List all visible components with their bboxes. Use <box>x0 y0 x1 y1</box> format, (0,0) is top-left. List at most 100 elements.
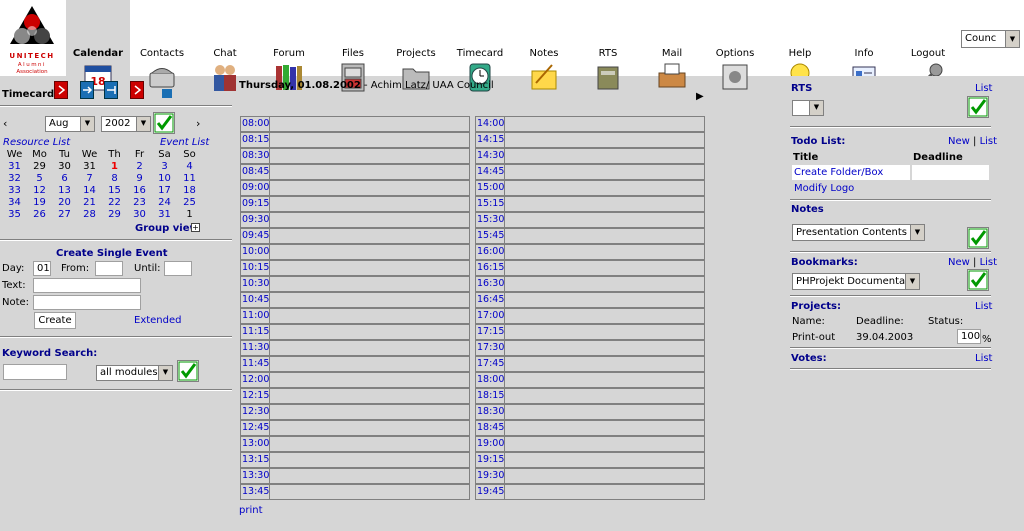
time-label[interactable]: 17:00 <box>476 309 505 323</box>
time-slot[interactable]: 08:30 <box>240 148 470 164</box>
expand-plus-icon[interactable]: + <box>191 223 200 232</box>
calendar-day[interactable]: 8 <box>102 172 127 184</box>
nav-options[interactable]: Options <box>703 0 767 90</box>
next-day-icon[interactable]: ▶ <box>696 91 704 102</box>
extended-link[interactable]: Extended <box>134 315 182 326</box>
calendar-day[interactable]: 4 <box>177 160 202 172</box>
nav-rts[interactable]: RTS <box>576 0 640 90</box>
time-slot[interactable]: 15:00 <box>475 180 705 196</box>
calendar-day[interactable]: 10 <box>152 172 177 184</box>
time-slot[interactable]: 16:15 <box>475 260 705 276</box>
time-slot[interactable]: 14:30 <box>475 148 705 164</box>
time-label[interactable]: 09:15 <box>241 197 270 211</box>
time-label[interactable]: 11:30 <box>241 341 270 355</box>
proj-name[interactable]: Print-out <box>792 332 835 343</box>
time-slot[interactable]: 09:15 <box>240 196 470 212</box>
time-label[interactable]: 15:00 <box>476 181 505 195</box>
nav-notes[interactable]: Notes <box>512 0 576 90</box>
week-number[interactable]: 34 <box>2 196 27 208</box>
nav-logout[interactable]: Logout <box>896 0 960 91</box>
time-slot[interactable]: 16:00 <box>475 244 705 260</box>
time-slot[interactable]: 11:15 <box>240 324 470 340</box>
modules-select[interactable]: all modules ▼ <box>96 365 173 381</box>
timecard-logout-icon[interactable] <box>104 81 118 99</box>
week-number[interactable]: 35 <box>2 208 27 220</box>
time-slot[interactable]: 14:45 <box>475 164 705 180</box>
time-label[interactable]: 14:00 <box>476 117 505 131</box>
calendar-day[interactable]: 2 <box>127 160 152 172</box>
calendar-day[interactable]: 24 <box>152 196 177 208</box>
time-slot[interactable]: 09:00 <box>240 180 470 196</box>
calendar-day[interactable]: 1 <box>102 160 127 172</box>
calendar-day[interactable]: 29 <box>102 208 127 220</box>
calendar-day[interactable]: 18 <box>177 184 202 196</box>
timecard-start-icon[interactable] <box>54 81 68 99</box>
time-slot[interactable]: 16:45 <box>475 292 705 308</box>
time-slot[interactable]: 12:30 <box>240 404 470 420</box>
time-slot[interactable]: 13:00 <box>240 436 470 452</box>
time-label[interactable]: 09:45 <box>241 229 270 243</box>
time-slot[interactable]: 18:15 <box>475 388 705 404</box>
nav-timecard[interactable]: Timecard <box>448 0 512 92</box>
nav-mail[interactable]: Mail <box>640 0 704 88</box>
time-label[interactable]: 13:00 <box>241 437 270 451</box>
time-label[interactable]: 13:45 <box>241 485 270 499</box>
rts-check-icon[interactable] <box>967 96 989 118</box>
todo-item-2[interactable]: Modify Logo <box>794 183 854 194</box>
time-slot[interactable]: 08:45 <box>240 164 470 180</box>
time-slot[interactable]: 19:00 <box>475 436 705 452</box>
time-slot[interactable]: 10:45 <box>240 292 470 308</box>
time-label[interactable]: 19:00 <box>476 437 505 451</box>
time-label[interactable]: 11:45 <box>241 357 270 371</box>
time-slot[interactable]: 15:30 <box>475 212 705 228</box>
time-slot[interactable]: 13:30 <box>240 468 470 484</box>
time-label[interactable]: 08:15 <box>241 133 270 147</box>
timecard-login-icon[interactable] <box>80 81 94 99</box>
print-link[interactable]: print <box>239 505 263 516</box>
timecard-stop-icon[interactable] <box>130 81 144 99</box>
nav-calendar[interactable]: 18 Calendar <box>66 0 130 91</box>
time-slot[interactable]: 15:15 <box>475 196 705 212</box>
nav-files[interactable]: Files <box>321 0 385 92</box>
calendar-day[interactable]: 27 <box>52 208 77 220</box>
time-label[interactable]: 19:45 <box>476 485 505 499</box>
calendar-day[interactable]: 22 <box>102 196 127 208</box>
time-slot[interactable]: 08:00 <box>240 116 470 132</box>
calendar-day[interactable]: 29 <box>27 160 52 172</box>
time-label[interactable]: 13:30 <box>241 469 270 483</box>
group-view-link[interactable]: Group view <box>135 223 199 234</box>
year-select[interactable]: 2002 ▼ <box>101 116 151 132</box>
time-label[interactable]: 15:30 <box>476 213 505 227</box>
time-slot[interactable]: 08:15 <box>240 132 470 148</box>
note-field[interactable] <box>33 295 141 310</box>
time-slot[interactable]: 09:45 <box>240 228 470 244</box>
search-check-icon[interactable] <box>177 360 199 382</box>
time-label[interactable]: 14:30 <box>476 149 505 163</box>
calendar-day[interactable]: 14 <box>77 184 102 196</box>
time-slot[interactable]: 18:30 <box>475 404 705 420</box>
week-number[interactable]: 33 <box>2 184 27 196</box>
calendar-day[interactable]: 6 <box>52 172 77 184</box>
time-label[interactable]: 17:15 <box>476 325 505 339</box>
time-slot[interactable]: 10:30 <box>240 276 470 292</box>
time-slot[interactable]: 18:45 <box>475 420 705 436</box>
prev-month-icon[interactable]: ‹ <box>3 117 7 130</box>
calendar-day[interactable]: 21 <box>77 196 102 208</box>
day-field[interactable]: 01 <box>33 261 51 276</box>
time-label[interactable]: 14:45 <box>476 165 505 179</box>
time-label[interactable]: 18:45 <box>476 421 505 435</box>
event-list-link[interactable]: Event List <box>160 137 209 148</box>
time-slot[interactable]: 15:45 <box>475 228 705 244</box>
time-slot[interactable]: 19:15 <box>475 452 705 468</box>
time-label[interactable]: 09:00 <box>241 181 270 195</box>
keyword-search-input[interactable] <box>3 364 67 380</box>
todo-item-1[interactable]: Create Folder/Box <box>794 167 883 178</box>
calendar-day[interactable]: 12 <box>27 184 52 196</box>
go-check-icon[interactable] <box>153 112 175 134</box>
todo-new-link[interactable]: New <box>948 136 970 147</box>
projects-list-link[interactable]: List <box>975 301 992 312</box>
calendar-day[interactable]: 11 <box>177 172 202 184</box>
time-slot[interactable]: 14:15 <box>475 132 705 148</box>
time-label[interactable]: 09:30 <box>241 213 270 227</box>
nav-help[interactable]: Help <box>768 0 832 89</box>
